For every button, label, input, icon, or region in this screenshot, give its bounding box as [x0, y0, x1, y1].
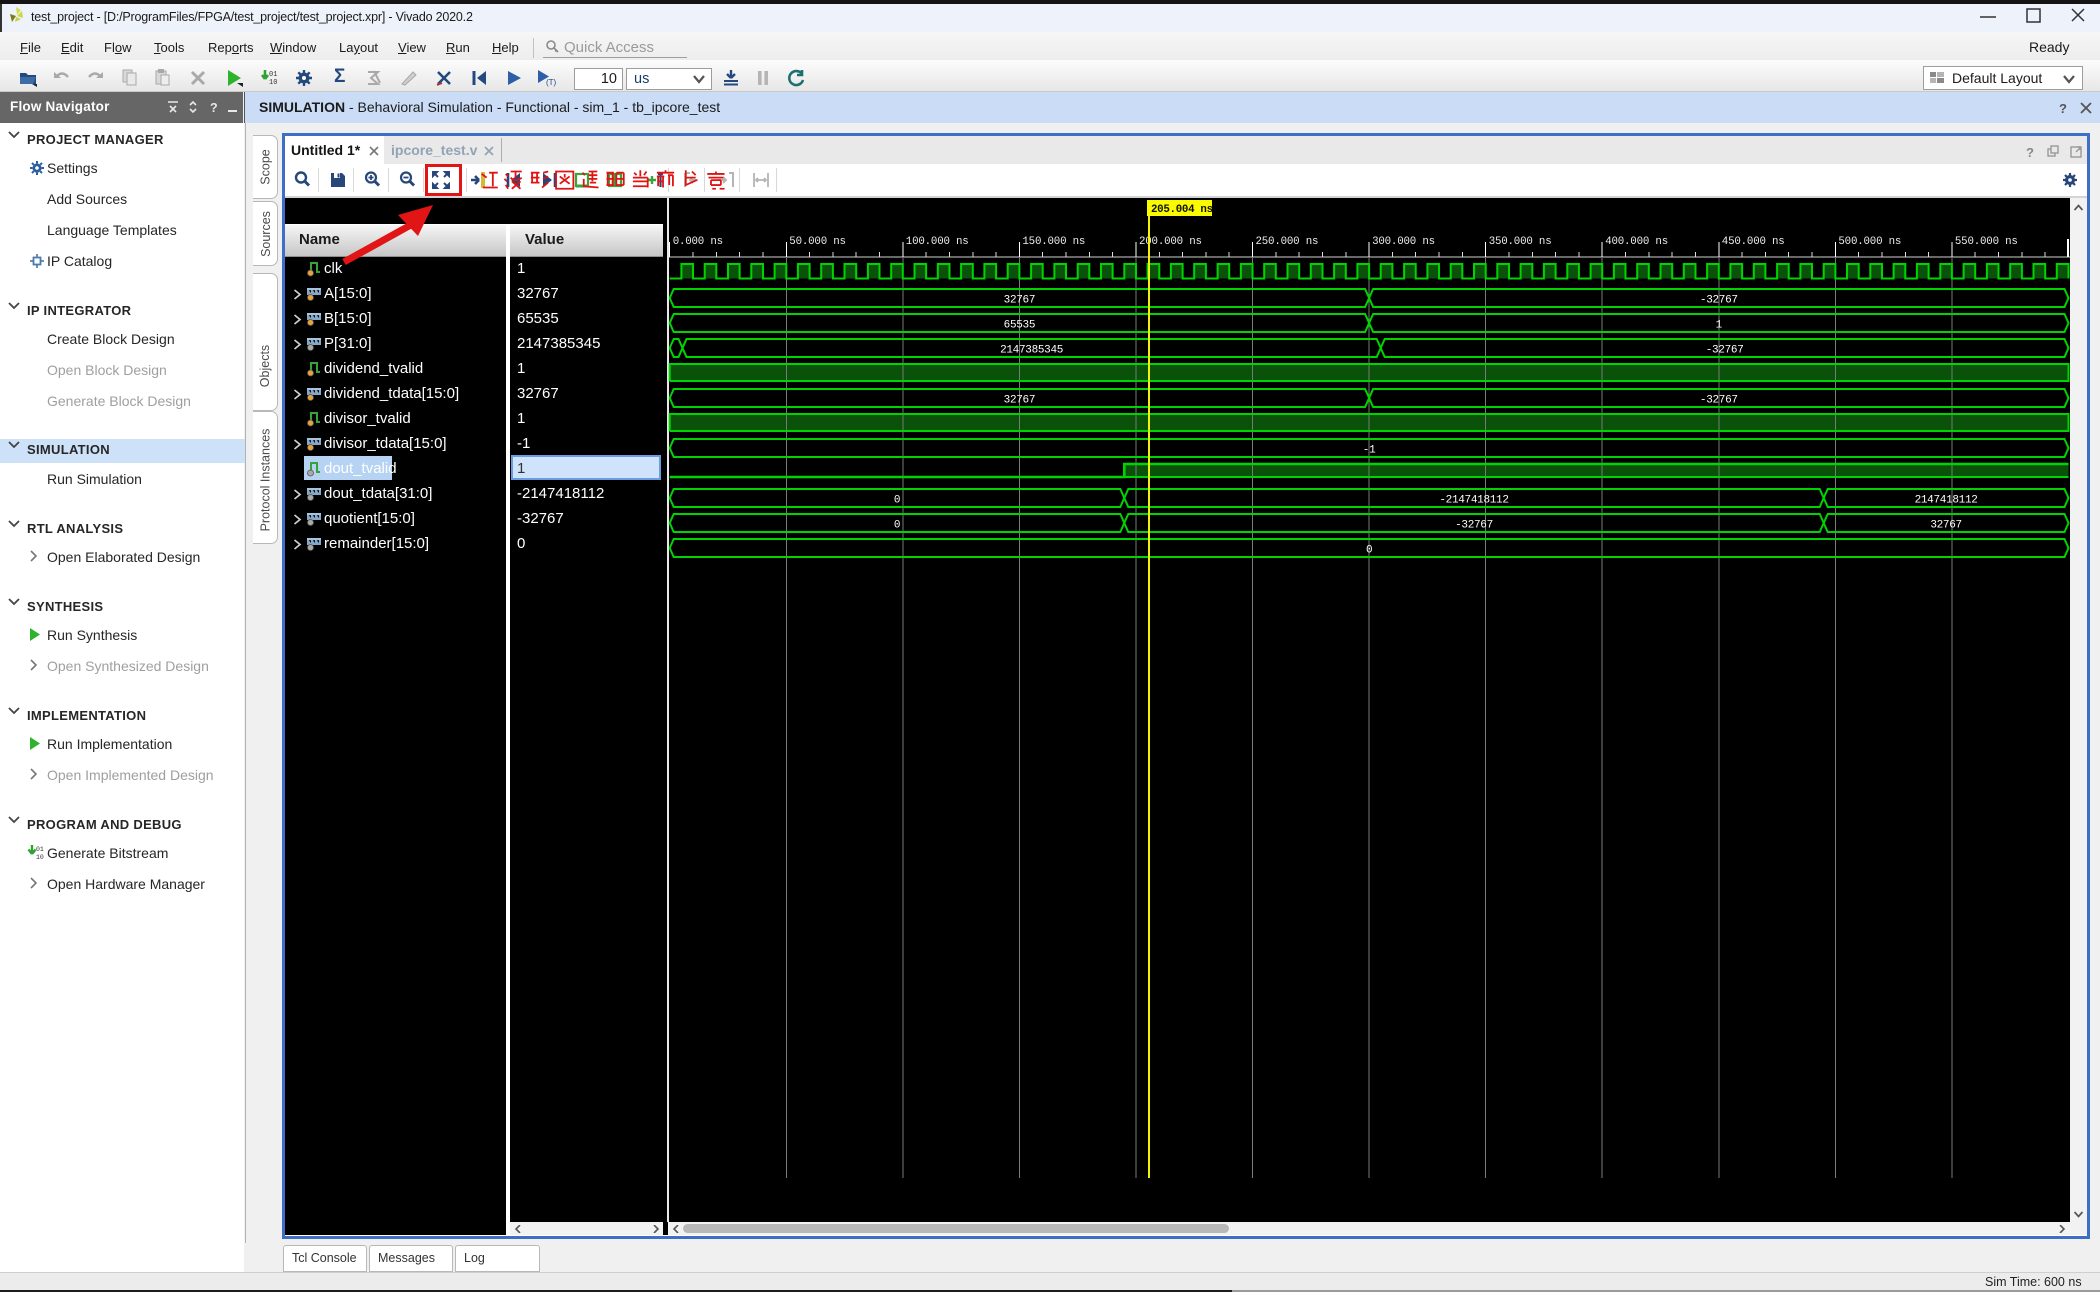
svg-text:205.004 ns: 205.004 ns — [1151, 204, 1213, 216]
svg-text:32767: 32767 — [1004, 395, 1036, 407]
svg-text:0: 0 — [894, 495, 900, 507]
svg-text:01: 01 — [269, 71, 277, 79]
svg-text:350.000 ns: 350.000 ns — [1489, 236, 1552, 248]
svg-text:?: ? — [2026, 145, 2034, 159]
svg-text:?: ? — [210, 101, 218, 115]
svg-text:450.000 ns: 450.000 ns — [1722, 236, 1785, 248]
svg-text:0: 0 — [894, 520, 900, 532]
svg-text:65535: 65535 — [1004, 320, 1036, 332]
svg-text:0.000 ns: 0.000 ns — [673, 236, 723, 248]
svg-text:32767: 32767 — [1930, 520, 1962, 532]
svg-text:250.000 ns: 250.000 ns — [1256, 236, 1319, 248]
svg-text:300.000 ns: 300.000 ns — [1372, 236, 1435, 248]
svg-text:150.000 ns: 150.000 ns — [1022, 236, 1085, 248]
svg-text:(T): (T) — [546, 78, 557, 87]
svg-text:50.000 ns: 50.000 ns — [789, 236, 846, 248]
svg-text:-32767: -32767 — [1706, 345, 1744, 357]
svg-text:-1: -1 — [1363, 445, 1376, 457]
svg-text:?: ? — [2059, 101, 2067, 115]
svg-text:-32767: -32767 — [1700, 395, 1738, 407]
svg-text:-32767: -32767 — [1700, 295, 1738, 307]
svg-text:2147418112: 2147418112 — [1915, 495, 1978, 507]
svg-text:1: 1 — [1716, 320, 1723, 332]
svg-text:0: 0 — [1366, 545, 1372, 557]
svg-text:2147385345: 2147385345 — [1000, 345, 1063, 357]
svg-text:400.000 ns: 400.000 ns — [1605, 236, 1668, 248]
svg-text:550.000 ns: 550.000 ns — [1955, 236, 2018, 248]
svg-text:01: 01 — [36, 846, 44, 853]
svg-text:500.000 ns: 500.000 ns — [1838, 236, 1901, 248]
svg-text:100.000 ns: 100.000 ns — [906, 236, 969, 248]
svg-text:-2147418112: -2147418112 — [1439, 495, 1508, 507]
svg-text:10: 10 — [36, 854, 44, 861]
svg-text:32767: 32767 — [1004, 295, 1036, 307]
svg-text:-32767: -32767 — [1455, 520, 1493, 532]
svg-text:10: 10 — [269, 79, 277, 87]
